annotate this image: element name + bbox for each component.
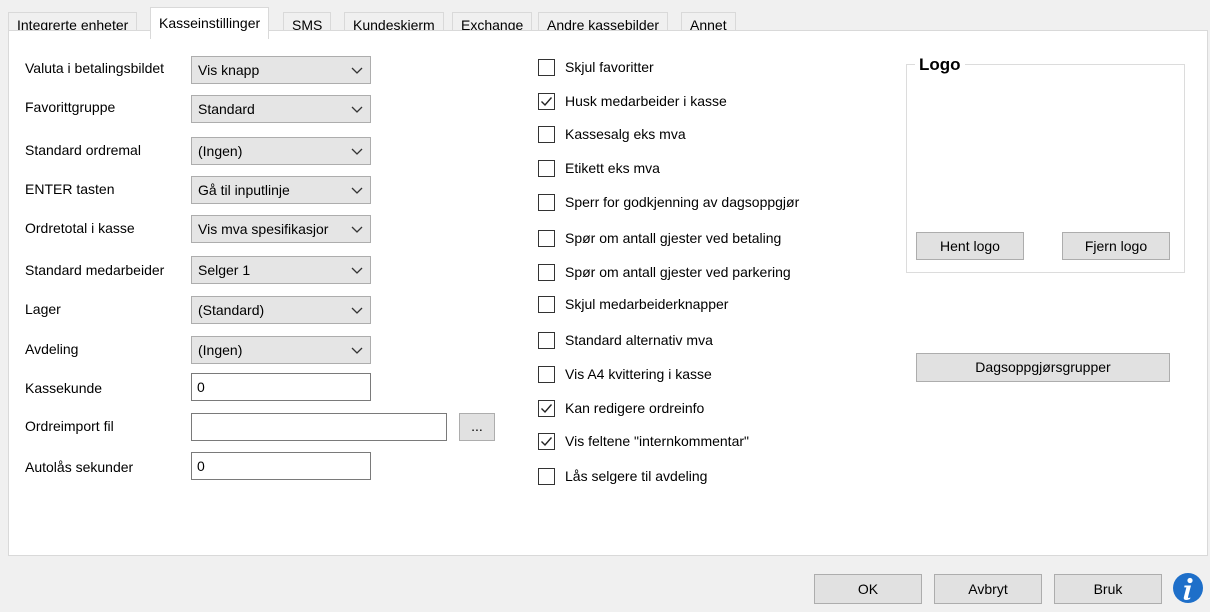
chevron-down-icon xyxy=(351,148,363,155)
checkbox-row[interactable]: Vis feltene "internkommentar" xyxy=(538,431,749,451)
checkbox[interactable] xyxy=(538,331,555,349)
checkbox[interactable] xyxy=(538,229,555,247)
checkbox-row[interactable]: Skjul favoritter xyxy=(538,57,654,77)
ordretotal-select[interactable]: Vis mva spesifikasjor xyxy=(191,215,371,243)
chevron-down-icon xyxy=(351,187,363,194)
checkbox-row[interactable]: Spør om antall gjester ved betaling xyxy=(538,228,781,248)
checkbox-label: Vis A4 kvittering i kasse xyxy=(565,366,712,382)
checkmark-icon xyxy=(541,403,553,413)
valuta-value: Vis knapp xyxy=(198,62,260,78)
tab-kasseinstillinger[interactable]: Kasseinstillinger xyxy=(150,7,270,39)
checkbox[interactable] xyxy=(538,295,555,313)
checkbox[interactable] xyxy=(538,399,555,417)
favorittgruppe-value: Standard xyxy=(198,101,255,117)
chevron-down-icon xyxy=(351,307,363,314)
enter-label: ENTER tasten xyxy=(25,181,115,197)
chevron-down-icon xyxy=(351,226,363,233)
chevron-down-icon xyxy=(351,106,363,113)
checkbox-row[interactable]: Sperr for godkjenning av dagsoppgjør xyxy=(538,192,799,212)
checkbox[interactable] xyxy=(538,125,555,143)
checkbox-row[interactable]: Kan redigere ordreinfo xyxy=(538,398,704,418)
ordreimport-browse-button[interactable]: ... xyxy=(459,413,495,441)
checkbox-label: Lås selgere til avdeling xyxy=(565,468,708,484)
checkbox[interactable] xyxy=(538,365,555,383)
medarbeider-label: Standard medarbeider xyxy=(25,262,165,278)
checkbox-label: Etikett eks mva xyxy=(565,160,660,176)
avdeling-select[interactable]: (Ingen) xyxy=(191,336,371,364)
checkbox-label: Vis feltene "internkommentar" xyxy=(565,433,749,449)
checkbox[interactable] xyxy=(538,193,555,211)
ordreimport-label: Ordreimport fil xyxy=(25,418,114,434)
checkbox-label: Husk medarbeider i kasse xyxy=(565,93,727,109)
valuta-select[interactable]: Vis knapp xyxy=(191,56,371,84)
lager-value: (Standard) xyxy=(198,302,265,318)
valuta-label: Valuta i betalingsbildet xyxy=(25,60,165,76)
checkbox-label: Standard alternativ mva xyxy=(565,332,713,348)
checkbox[interactable] xyxy=(538,92,555,110)
fjern-logo-button[interactable]: Fjern logo xyxy=(1062,232,1170,260)
chevron-down-icon xyxy=(351,67,363,74)
apply-button[interactable]: Bruk xyxy=(1054,574,1162,604)
checkbox-row[interactable]: Kassesalg eks mva xyxy=(538,124,686,144)
kassekunde-label: Kassekunde xyxy=(25,380,103,396)
ordremal-value: (Ingen) xyxy=(198,143,243,159)
avdeling-label: Avdeling xyxy=(25,341,79,357)
checkbox-label: Spør om antall gjester ved betaling xyxy=(565,230,782,246)
checkmark-icon xyxy=(541,436,553,446)
checkbox-label: Spør om antall gjester ved parkering xyxy=(565,264,791,280)
checkbox[interactable] xyxy=(538,159,555,177)
lager-select[interactable]: (Standard) xyxy=(191,296,371,324)
medarbeider-value: Selger 1 xyxy=(198,262,251,278)
checkbox[interactable] xyxy=(538,467,555,485)
checkbox-label: Skjul medarbeiderknapper xyxy=(565,296,729,312)
autolas-input[interactable]: 0 xyxy=(191,452,371,480)
favorittgruppe-label: Favorittgruppe xyxy=(25,99,116,115)
medarbeider-select[interactable]: Selger 1 xyxy=(191,256,371,284)
ok-button[interactable]: OK xyxy=(814,574,922,604)
ordretotal-label: Ordretotal i kasse xyxy=(25,220,135,236)
checkbox-row[interactable]: Lås selgere til avdeling xyxy=(538,466,707,486)
avdeling-value: (Ingen) xyxy=(198,342,243,358)
chevron-down-icon xyxy=(351,347,363,354)
logo-group-title: Logo xyxy=(915,55,965,75)
lager-label: Lager xyxy=(25,301,61,317)
info-icon[interactable] xyxy=(1172,572,1204,604)
checkbox-label: Kassesalg eks mva xyxy=(565,126,686,142)
enter-value: Gå til inputlinje xyxy=(198,182,290,198)
cancel-button[interactable]: Avbryt xyxy=(934,574,1042,604)
checkbox-label: Kan redigere ordreinfo xyxy=(565,400,705,416)
ordremal-select[interactable]: (Ingen) xyxy=(191,137,371,165)
checkbox-row[interactable]: Husk medarbeider i kasse xyxy=(538,91,727,111)
checkbox-label: Skjul favoritter xyxy=(565,59,654,75)
checkbox-row[interactable]: Standard alternativ mva xyxy=(538,330,713,350)
checkbox-row[interactable]: Spør om antall gjester ved parkering xyxy=(538,262,791,282)
ordretotal-value: Vis mva spesifikasjor xyxy=(198,221,329,237)
favorittgruppe-select[interactable]: Standard xyxy=(191,95,371,123)
checkmark-icon xyxy=(541,96,553,106)
checkbox[interactable] xyxy=(538,432,555,450)
dagsoppgjorsgrupper-button[interactable]: Dagsoppgjørsgrupper xyxy=(916,353,1170,382)
ordreimport-input[interactable] xyxy=(191,413,447,441)
enter-select[interactable]: Gå til inputlinje xyxy=(191,176,371,204)
checkbox[interactable] xyxy=(538,58,555,76)
kassekunde-input[interactable]: 0 xyxy=(191,373,371,401)
checkbox[interactable] xyxy=(538,263,555,281)
hent-logo-button[interactable]: Hent logo xyxy=(916,232,1024,260)
ordremal-label: Standard ordremal xyxy=(25,142,141,158)
checkbox-row[interactable]: Etikett eks mva xyxy=(538,158,660,178)
checkbox-label: Sperr for godkjenning av dagsoppgjør xyxy=(565,194,800,210)
chevron-down-icon xyxy=(351,267,363,274)
checkbox-row[interactable]: Vis A4 kvittering i kasse xyxy=(538,364,712,384)
checkbox-row[interactable]: Skjul medarbeiderknapper xyxy=(538,294,728,314)
autolas-label: Autolås sekunder xyxy=(25,459,134,475)
